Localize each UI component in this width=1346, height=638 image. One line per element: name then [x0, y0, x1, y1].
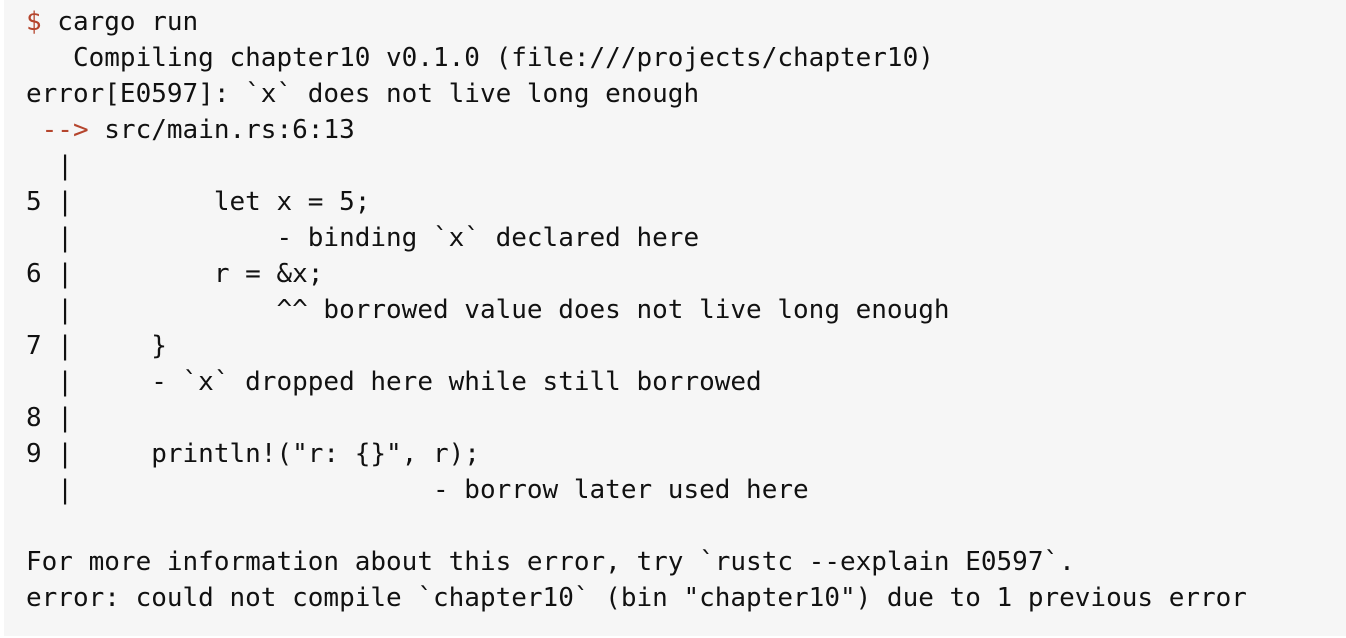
- location-arrow: -->: [26, 115, 89, 145]
- gutter-line: |: [26, 151, 73, 181]
- source-line-7: 7 | }: [26, 331, 167, 361]
- error-location: --> src/main.rs:6:13: [26, 112, 1346, 148]
- terminal-output: $ cargo run Compiling chapter10 v0.1.0 (…: [4, 0, 1346, 636]
- command-text: cargo run: [41, 7, 199, 37]
- error-heading: error[E0597]: `x` does not live long eno…: [26, 79, 700, 109]
- source-line-9: 9 | println!("r: {}", r);: [26, 439, 480, 469]
- source-line-5: 5 | let x = 5;: [26, 187, 371, 217]
- prompt-symbol: $: [26, 7, 42, 37]
- help-message: For more information about this error, t…: [26, 547, 1075, 577]
- annotation-line: | ^^ borrowed value does not live long e…: [26, 295, 950, 325]
- source-line-6: 6 | r = &x;: [26, 259, 324, 289]
- location-path: src/main.rs:6:13: [88, 115, 355, 145]
- command-line: $ cargo run: [26, 4, 1346, 40]
- annotation-line: | - binding `x` declared here: [26, 223, 700, 253]
- compiling-line: Compiling chapter10 v0.1.0 (file:///proj…: [26, 43, 934, 73]
- final-error-message: error: could not compile `chapter10` (bi…: [26, 583, 1247, 613]
- annotation-line: | - borrow later used here: [26, 475, 809, 505]
- source-line-8: 8 |: [26, 403, 73, 433]
- annotation-line: | - `x` dropped here while still borrowe…: [26, 367, 762, 397]
